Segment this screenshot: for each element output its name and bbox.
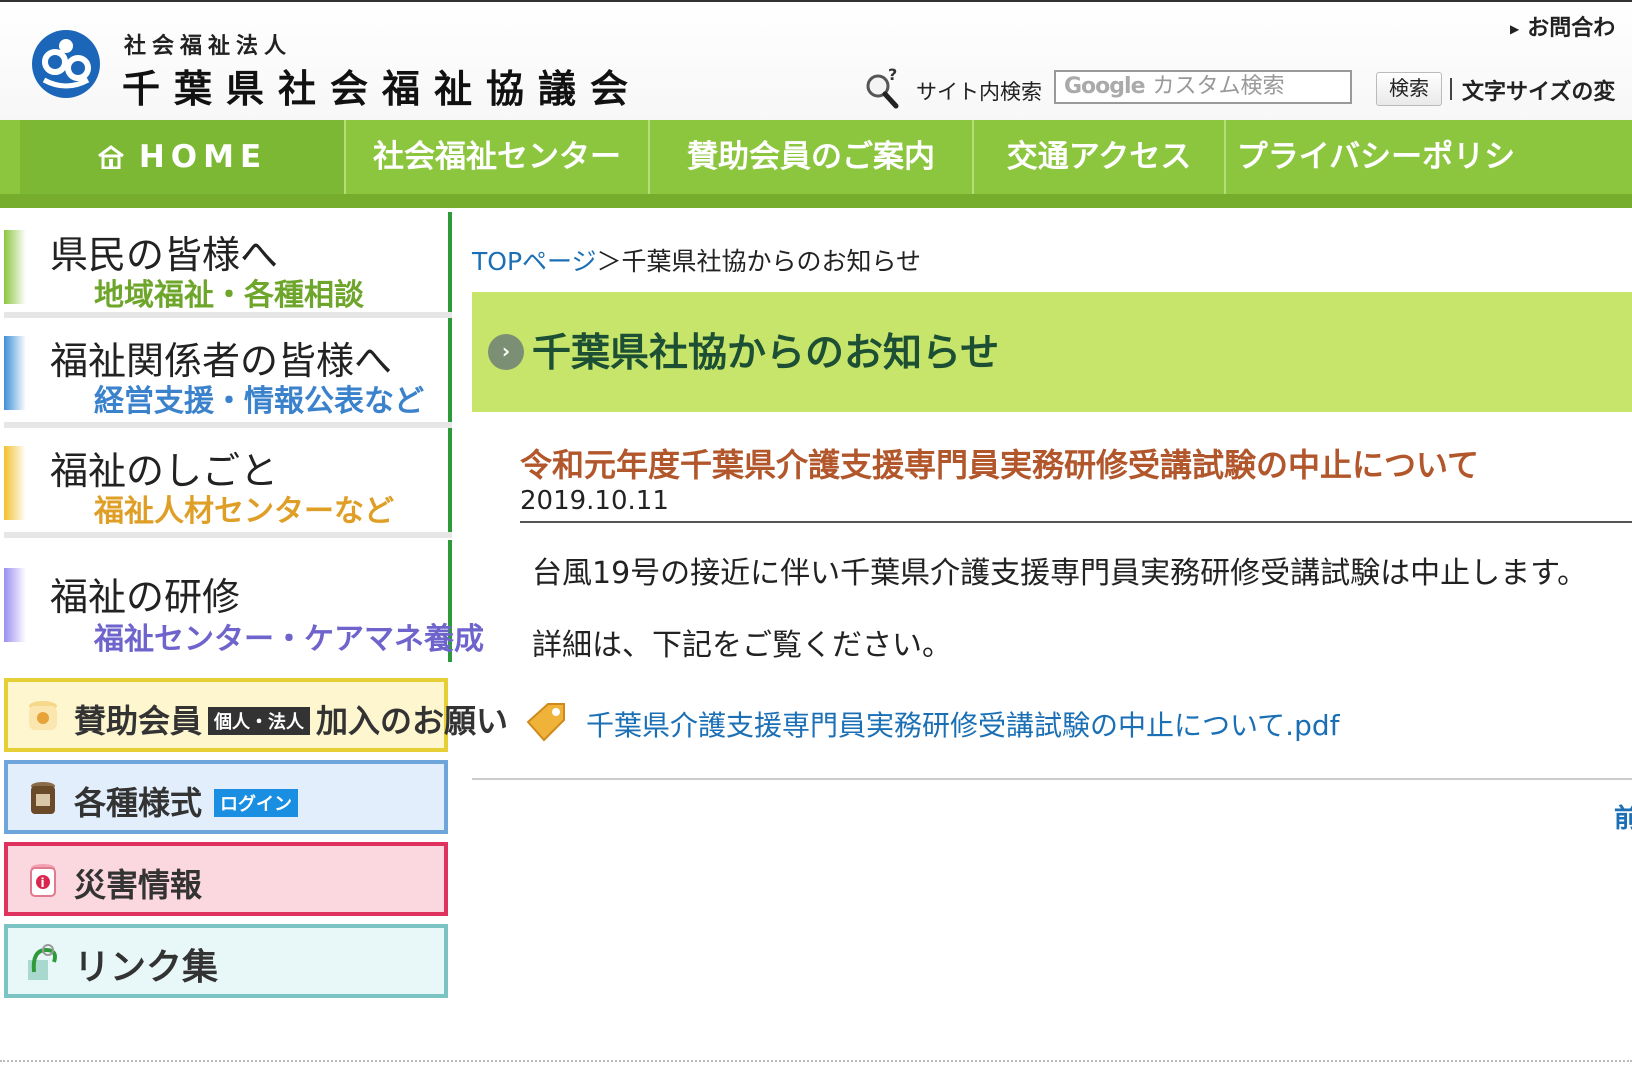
category-marker	[4, 336, 26, 410]
site-search-label: サイト内検索	[916, 80, 1042, 104]
article-paragraph: 台風19号の接近に伴い千葉県介護支援専門員実務研修受講試験は中止します。	[532, 556, 1588, 591]
svg-text:i: i	[41, 876, 45, 890]
nav-underline	[0, 194, 1632, 208]
nav-access[interactable]: 交通アクセス	[974, 120, 1226, 194]
site-header: 社会福祉法人 千葉県社会福祉協議会 ▶ お問合わ ? サイト内検索 Google カ…	[0, 0, 1632, 122]
nav-privacy-policy[interactable]: プライバシーポリシー	[1226, 120, 1526, 249]
sidebar-item-welfare-staff[interactable]: 福祉関係者の皆様へ 経営支援・情報公表など	[4, 318, 452, 422]
org-name[interactable]: 千葉県社会福祉協議会	[122, 58, 642, 113]
breadcrumb-top-link[interactable]: TOPページ	[472, 247, 597, 276]
category-marker	[4, 446, 26, 520]
org-type: 社会福祉法人	[124, 34, 293, 59]
banner-label: 賛助会員 個人・法人 加入のお願い	[74, 696, 508, 742]
sidebar-item-subtitle: 福祉人材センターなど	[94, 494, 394, 529]
prev-page-link[interactable]: 前	[1614, 798, 1632, 835]
banner-main-label: 賛助会員	[74, 702, 203, 740]
sidebar-item-subtitle: 地域福祉・各種相談	[94, 278, 364, 313]
search-input[interactable]: Google カスタム検索	[1054, 70, 1352, 104]
sidebar-item-subtitle: 福祉センター・ケアマネ養成	[94, 622, 484, 657]
page-heading-band: › 千葉県社協からのお知らせ	[472, 292, 1632, 412]
search-placeholder: カスタム検索	[1152, 74, 1285, 99]
category-marker	[4, 568, 26, 642]
nav-home[interactable]: HOME	[20, 120, 346, 194]
search-button[interactable]: 検索	[1376, 72, 1442, 106]
banner-label: 災害情報	[74, 866, 203, 904]
banner-label: 各種様式 ログイン	[74, 778, 299, 824]
page-title: 千葉県社協からのお知らせ	[532, 331, 1000, 376]
sidebar-item-welfare-jobs[interactable]: 福祉のしごと 福祉人材センターなど	[4, 428, 452, 532]
article-paragraph: 詳細は、下記をご覧ください。	[532, 628, 952, 663]
pdf-download-link[interactable]: 千葉県介護支援専門員実務研修受講試験の中止について.pdf	[586, 704, 1339, 744]
donation-pot-icon	[29, 701, 57, 730]
global-nav: HOME 社会福祉センター 賛助会員のご案内 交通アクセス プライバシーポリシー	[0, 120, 1632, 249]
svg-text:?: ?	[888, 66, 897, 84]
form-jar-icon	[31, 782, 55, 814]
contact-link[interactable]: ▶ お問合わ	[1510, 10, 1615, 42]
banner-forms[interactable]: 各種様式 ログイン	[4, 760, 448, 834]
banner-suffix: 加入のお願い	[316, 702, 509, 740]
banner-links[interactable]: リンク集	[4, 924, 448, 998]
tag-icon	[526, 703, 565, 742]
sidebar-item-training[interactable]: 福祉の研修 福祉センター・ケアマネ養成	[4, 540, 484, 662]
breadcrumb-current: 千葉県社協からのお知らせ	[621, 247, 922, 276]
breadcrumb-separator: ＞	[596, 247, 622, 276]
nav-welfare-center[interactable]: 社会福祉センター	[346, 120, 650, 194]
home-icon	[97, 145, 124, 169]
triangle-icon: ▶	[1510, 22, 1520, 36]
divider	[472, 778, 1632, 780]
contact-label: お問合わ	[1527, 16, 1616, 41]
footer-divider	[0, 1060, 1632, 1062]
article-date: 2019.10.11	[520, 486, 669, 516]
nav-home-label: HOME	[138, 139, 268, 175]
article-title: 令和元年度千葉県介護支援専門員実務研修受講試験の中止について	[520, 446, 1480, 484]
category-marker	[4, 230, 26, 304]
link-clip-icon	[28, 944, 57, 980]
logo-icon[interactable]	[30, 28, 102, 100]
sidebar-item-title: 福祉の研修	[50, 575, 241, 619]
info-jar-icon: i	[30, 864, 56, 897]
chevron-right-icon: ›	[488, 334, 524, 370]
login-badge[interactable]: ログイン	[214, 789, 299, 817]
divider	[520, 521, 1632, 523]
banner-label: リンク集	[74, 947, 219, 988]
search-help-icon: ?	[866, 66, 899, 109]
breadcrumb: TOPページ＞千葉県社協からのお知らせ	[472, 242, 921, 278]
nav-supporting-members[interactable]: 賛助会員のご案内	[650, 120, 974, 194]
banner-supporting-member[interactable]: 賛助会員 個人・法人 加入のお願い	[4, 678, 508, 752]
font-size-label: 文字サイズの変	[1449, 74, 1615, 106]
divider	[4, 532, 452, 538]
sidebar-item-subtitle: 経営支援・情報公表など	[94, 384, 424, 419]
sidebar-item-citizens[interactable]: 県民の皆様へ 地域福祉・各種相談	[4, 212, 452, 313]
google-brand: Google	[1064, 74, 1145, 99]
banner-main-label: 各種様式	[74, 784, 203, 822]
banner-badge: 個人・法人	[208, 707, 311, 735]
banner-disaster-info[interactable]: i 災害情報	[4, 842, 448, 916]
